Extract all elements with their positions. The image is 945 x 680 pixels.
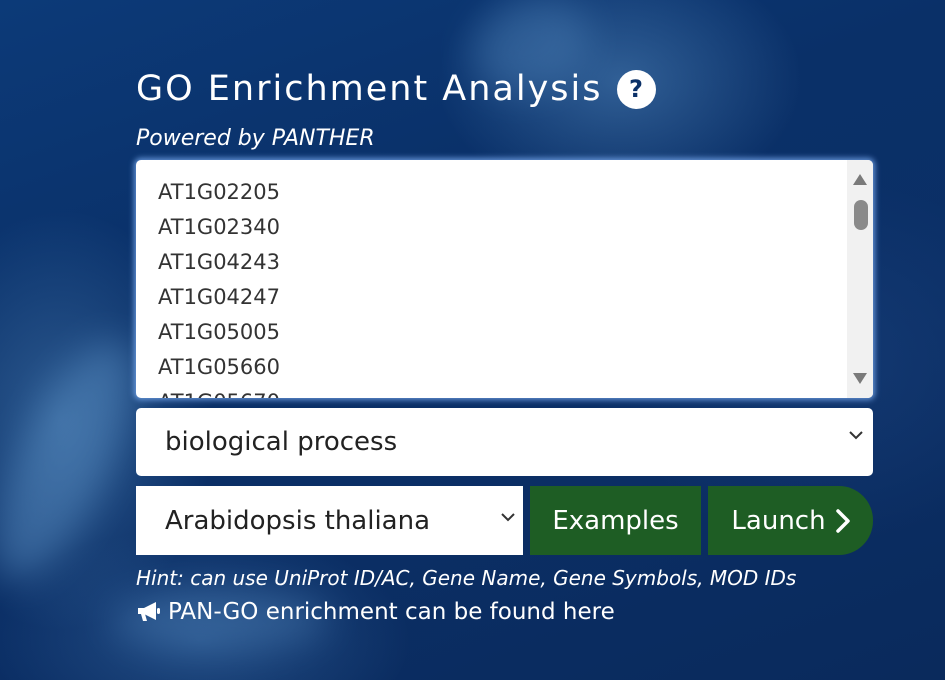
gene-id-line: AT1G05670 <box>158 385 280 398</box>
organism-select[interactable]: Arabidopsis thaliana <box>136 486 523 555</box>
hint-text: Hint: can use UniProt ID/AC, Gene Name, … <box>136 566 797 590</box>
pango-link-text: PAN-GO enrichment can be found here <box>168 599 615 625</box>
textarea-scrollbar[interactable] <box>847 160 873 398</box>
launch-button[interactable]: Launch <box>708 486 873 555</box>
chevron-down-icon <box>501 512 515 522</box>
page-title: GO Enrichment Analysis <box>136 69 603 109</box>
examples-button-label: Examples <box>552 505 679 536</box>
gene-id-line: AT1G02340 <box>158 215 281 239</box>
title-row: GO Enrichment Analysis ? <box>136 60 873 118</box>
ontology-select[interactable]: biological process <box>136 408 873 476</box>
launch-button-label: Launch <box>731 505 826 536</box>
powered-by-label: Powered by PANTHER <box>136 126 375 151</box>
gene-id-line: AT1G05660 <box>158 355 281 379</box>
scroll-down-arrow-icon[interactable] <box>853 373 867 384</box>
megaphone-icon <box>136 601 162 623</box>
gene-list-content: AT1G02205 AT1G02340 AT1G04243 AT1G04247 … <box>158 175 280 398</box>
help-icon[interactable]: ? <box>616 69 656 109</box>
gene-id-line: AT1G05005 <box>158 320 281 344</box>
gene-id-line: AT1G04247 <box>158 285 281 309</box>
gene-list-textarea[interactable]: AT1G02205 AT1G02340 AT1G04243 AT1G04247 … <box>136 160 873 398</box>
pango-enrichment-link[interactable]: PAN-GO enrichment can be found here <box>136 597 873 627</box>
organism-selected-value: Arabidopsis thaliana <box>165 505 431 536</box>
ontology-selected-value: biological process <box>165 427 398 457</box>
go-enrichment-widget: GO Enrichment Analysis ? Powered by PANT… <box>136 60 873 627</box>
gene-id-line: AT1G02205 <box>158 180 281 204</box>
gene-id-line: AT1G04243 <box>158 250 281 274</box>
scrollbar-thumb[interactable] <box>854 200 868 230</box>
examples-button[interactable]: Examples <box>530 486 701 555</box>
chevron-down-icon <box>849 430 863 440</box>
scroll-up-arrow-icon[interactable] <box>853 174 867 185</box>
chevron-right-icon <box>835 508 850 533</box>
action-row: Arabidopsis thaliana Examples Launch <box>136 486 873 555</box>
